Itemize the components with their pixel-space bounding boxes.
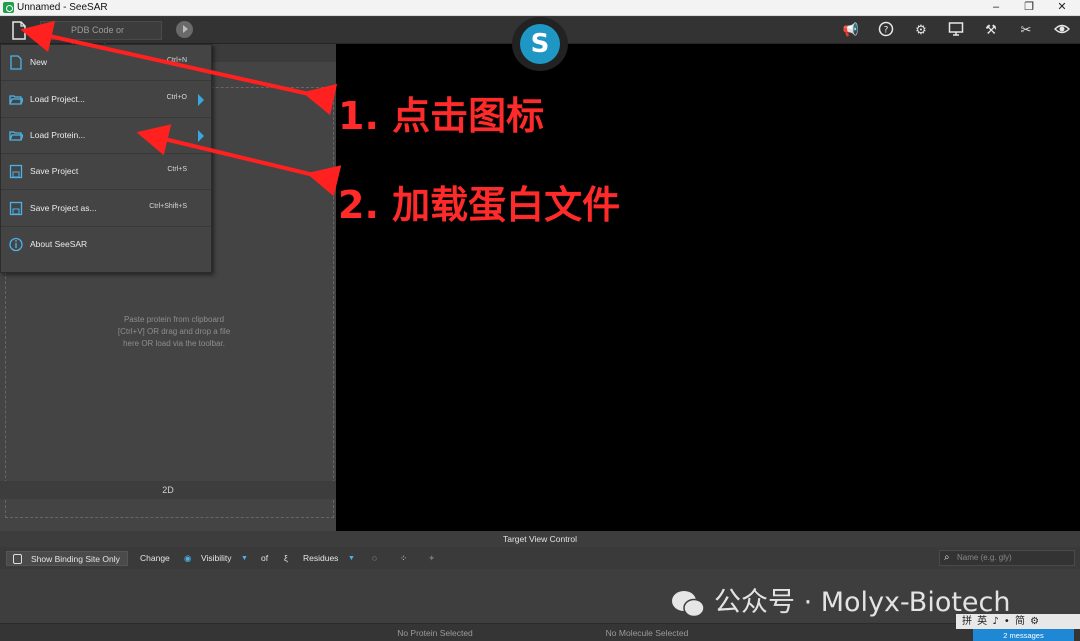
pdb-go-button[interactable]	[176, 21, 193, 38]
menu-item-shortcut: Ctrl+N	[166, 57, 187, 64]
dimmed-tool-icon[interactable]: ✦	[428, 551, 435, 566]
menu-item-save-project-as[interactable]: Save Project as... Ctrl+Shift+S	[1, 191, 211, 227]
wechat-icon	[672, 590, 705, 617]
drop-hint-text: Paste protein from clipboard [Ctrl+V] OR…	[117, 315, 231, 348]
shield-icon	[13, 554, 22, 564]
seesar-logo: S	[512, 17, 568, 71]
target-view-control-header: Target View Control	[0, 531, 1080, 547]
logo-letter: S	[520, 24, 560, 64]
visibility-dropdown[interactable]: Visibility	[201, 551, 232, 566]
minimize-button[interactable]: –	[980, 0, 1012, 16]
save-as-icon	[9, 201, 23, 216]
menu-item-shortcut: Ctrl+S	[167, 166, 187, 173]
monitor-icon[interactable]	[947, 21, 965, 39]
tab-2d[interactable]: 2D	[0, 481, 336, 499]
close-button[interactable]: ✕	[1046, 0, 1078, 16]
protein-status: No Protein Selected	[397, 628, 473, 638]
messages-badge[interactable]: 2 messages	[973, 628, 1074, 641]
menu-item-label: Save Project	[30, 166, 79, 176]
residues-icon: ξ	[284, 553, 288, 563]
menu-item-shortcut: Ctrl+Shift+S	[149, 203, 187, 210]
seesar-app-icon	[3, 2, 14, 13]
submenu-arrow-icon	[198, 94, 204, 106]
residue-name-search-input[interactable]: ⌕ Name (e.g. gly)	[939, 550, 1075, 566]
menu-item-label: Load Project...	[30, 94, 85, 104]
menu-item-label: New	[30, 57, 48, 67]
folder-open-icon	[9, 131, 23, 141]
eye-icon: ◉	[184, 553, 192, 563]
help-icon[interactable]: ?	[877, 21, 895, 39]
show-binding-site-toggle[interactable]: Show Binding Site Only	[6, 551, 128, 566]
chevron-down-icon: ▼	[241, 555, 248, 562]
change-label: Change	[140, 553, 170, 563]
of-label: of	[261, 553, 269, 563]
app-window: { "window": {"title": "Unnamed - SeeSAR"…	[0, 0, 1080, 641]
menu-item-shortcut: Ctrl+O	[166, 94, 187, 101]
watermark: 公众号 · Molyx-Biotech	[670, 580, 1011, 619]
tools-icon[interactable]: ⚒	[982, 21, 1000, 39]
save-icon	[9, 164, 23, 179]
watermark-text: 公众号 · Molyx-Biotech	[714, 587, 1011, 618]
menu-item-about[interactable]: About SeeSAR	[1, 227, 211, 263]
chevron-down-icon: ▼	[348, 555, 355, 562]
folder-open-icon	[9, 95, 23, 105]
reset-view-icon[interactable]: ◌	[372, 551, 377, 566]
target-view-control-bar: Show Binding Site Only Change ◉ Visibili…	[0, 547, 1080, 569]
scatter-icon[interactable]: ⁘	[400, 551, 407, 566]
file-dropdown-menu: New Ctrl+N Load Project... Ctrl+O Load P…	[0, 44, 212, 273]
search-icon: ⌕	[944, 552, 950, 563]
wrench-icon[interactable]: ✂	[1017, 21, 1035, 39]
new-file-icon	[10, 55, 22, 70]
status-bar: No Protein Selected No Molecule Selected…	[0, 623, 1080, 641]
megaphone-icon[interactable]: 📢	[842, 21, 860, 39]
step1-annotation: 1. 点击图标	[338, 94, 545, 138]
settings-icon[interactable]: ⚙	[912, 21, 930, 39]
menu-item-label: Save Project as...	[30, 203, 97, 213]
menu-item-new[interactable]: New Ctrl+N	[1, 45, 211, 81]
pdb-search-input[interactable]: PDB Code or Keyword	[40, 21, 162, 52]
menu-item-label: About SeeSAR	[30, 239, 88, 249]
window-title: Unnamed - SeeSAR	[17, 2, 108, 13]
menu-item-load-protein[interactable]: Load Protein...	[1, 118, 211, 154]
menu-item-label: Load Protein...	[30, 130, 86, 140]
show-binding-site-label: Show Binding Site Only	[31, 554, 120, 564]
title-bar: Unnamed - SeeSAR – ❐ ✕	[0, 0, 1080, 16]
file-menu-button[interactable]	[9, 20, 28, 41]
eye-icon[interactable]	[1053, 21, 1071, 39]
residues-dropdown[interactable]: Residues	[303, 551, 338, 566]
info-icon	[9, 237, 23, 252]
restore-button[interactable]: ❐	[1013, 0, 1045, 16]
menu-item-load-project[interactable]: Load Project... Ctrl+O	[1, 82, 211, 118]
name-placeholder: Name (e.g. gly)	[957, 553, 1012, 562]
step2-annotation: 2. 加载蛋白文件	[338, 183, 621, 227]
submenu-arrow-icon	[198, 130, 204, 142]
file-icon	[12, 21, 26, 40]
svg-text:?: ?	[884, 26, 889, 36]
menu-item-save-project[interactable]: Save Project Ctrl+S	[1, 154, 211, 190]
molecule-status: No Molecule Selected	[605, 628, 689, 638]
